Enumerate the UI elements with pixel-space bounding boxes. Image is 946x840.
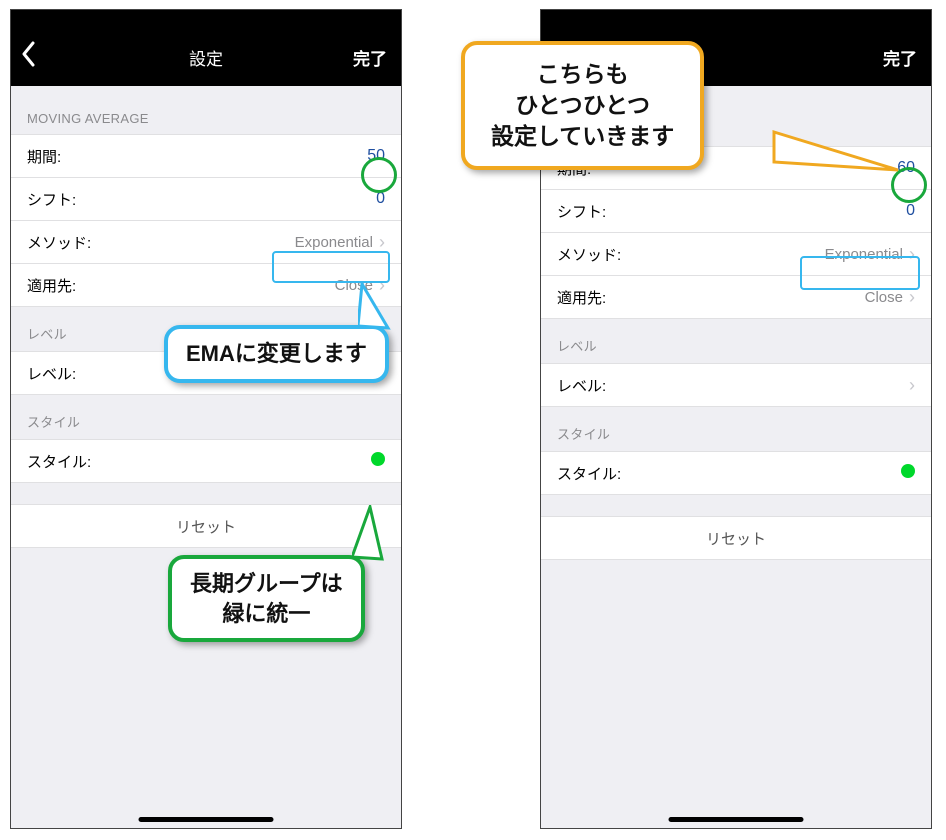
apply-label: 適用先: (27, 275, 76, 296)
period-label: 期間: (27, 146, 61, 167)
style-label: スタイル: (557, 463, 621, 484)
chevron-right-icon: › (379, 233, 385, 251)
row-shift[interactable]: シフト: 0 (541, 189, 931, 233)
reset-label: リセット (176, 516, 236, 537)
method-value: Exponential (91, 234, 373, 251)
navbar-title: 設定 (11, 45, 401, 70)
reset-label: リセット (706, 528, 766, 549)
apply-value: Close (606, 289, 903, 306)
row-period[interactable]: 期間: 50 (11, 134, 401, 178)
style-color-swatch (621, 464, 915, 483)
row-apply[interactable]: 適用先: Close › (11, 263, 401, 307)
done-button[interactable]: 完了 (353, 45, 387, 70)
home-indicator (669, 817, 804, 822)
chevron-right-icon: › (379, 276, 385, 294)
home-indicator (139, 817, 274, 822)
chevron-right-icon: › (909, 288, 915, 306)
row-style[interactable]: スタイル: (11, 439, 401, 483)
level-label: レベル: (557, 375, 606, 396)
level-label: レベル: (27, 363, 76, 384)
shift-value: 0 (606, 202, 915, 220)
phone-left: 設定 完了 MOVING AVERAGE 期間: 50 シフト: 0 メソッド:… (10, 9, 402, 829)
row-apply[interactable]: 適用先: Close › (541, 275, 931, 319)
period-value: 50 (61, 147, 385, 165)
callout-ema-text: EMAに変更します (186, 341, 367, 366)
style-color-swatch (91, 452, 385, 471)
shift-value: 0 (76, 190, 385, 208)
row-method[interactable]: メソッド: Exponential › (11, 220, 401, 264)
section-header-level: レベル (541, 318, 931, 363)
reset-button[interactable]: リセット (11, 504, 401, 548)
chevron-right-icon: › (909, 376, 915, 394)
callout-green-line2: 緑に統一 (190, 599, 343, 629)
callout-orange-line3: 設定していきます (491, 121, 674, 152)
apply-value: Close (76, 277, 373, 294)
method-label: メソッド: (557, 244, 621, 265)
callout-green: 長期グループは 緑に統一 (168, 555, 365, 642)
apply-label: 適用先: (557, 287, 606, 308)
callout-orange-line2: ひとつひとつ (491, 90, 674, 121)
method-value: Exponential (621, 246, 903, 263)
section-header-style: スタイル (541, 406, 931, 451)
callout-green-line1: 長期グループは (190, 569, 343, 599)
row-style[interactable]: スタイル: (541, 451, 931, 495)
row-shift[interactable]: シフト: 0 (11, 177, 401, 221)
section-header-moving-average: MOVING AVERAGE (11, 86, 401, 134)
callout-orange-line1: こちらも (491, 59, 674, 90)
row-level[interactable]: レベル: › (541, 363, 931, 407)
style-label: スタイル: (27, 451, 91, 472)
color-dot-icon (371, 452, 385, 466)
section-header-style: スタイル (11, 394, 401, 439)
method-label: メソッド: (27, 232, 91, 253)
callout-ema: EMAに変更します (164, 325, 389, 383)
done-button[interactable]: 完了 (883, 45, 917, 70)
reset-button[interactable]: リセット (541, 516, 931, 560)
color-dot-icon (901, 464, 915, 478)
chevron-right-icon: › (909, 245, 915, 263)
shift-label: シフト: (27, 189, 76, 210)
navbar: 設定 完了 (11, 10, 401, 86)
callout-orange: こちらも ひとつひとつ 設定していきます (461, 41, 704, 170)
row-method[interactable]: メソッド: Exponential › (541, 232, 931, 276)
shift-label: シフト: (557, 201, 606, 222)
